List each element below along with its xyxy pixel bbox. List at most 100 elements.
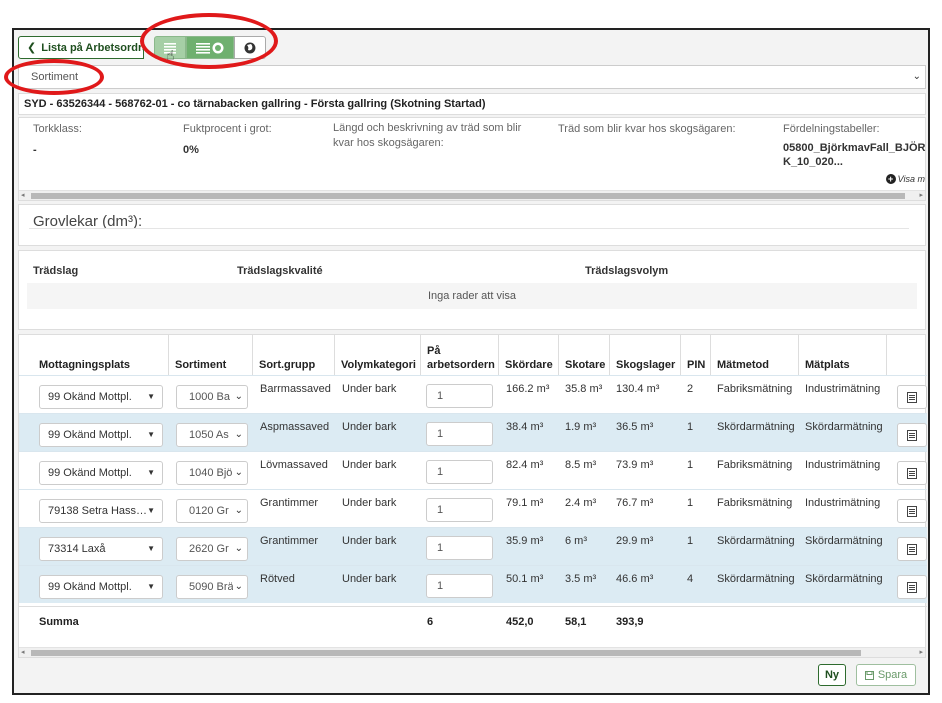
chevron-down-icon: ⌄: [912, 71, 921, 82]
grovlekar-panel: Grovlekar (dm³):: [18, 204, 926, 246]
row-details-button[interactable]: [897, 575, 927, 599]
matplats-cell: Skördarmätning: [805, 573, 883, 585]
scrollbar-thumb[interactable]: [31, 650, 861, 656]
skordare-cell: 82.4 m³: [506, 459, 544, 471]
header-pin[interactable]: PIN: [681, 335, 711, 375]
antal-input[interactable]: 1: [426, 536, 493, 560]
sortiment-select[interactable]: 5090 Brä ⌄: [176, 575, 248, 599]
document-icon: [907, 391, 917, 403]
skordare-cell: 166.2 m³: [506, 383, 550, 395]
input-value: 1: [437, 390, 444, 402]
table-row: 73314 Laxå ▼ 2620 Gr ⌄ Grantimmer Under ba…: [19, 527, 927, 565]
sortgrupp-cell: Barrmassaved: [260, 383, 331, 395]
document-icon: [907, 467, 917, 479]
row-details-button[interactable]: [897, 461, 927, 485]
chevron-down-icon: ⌄: [232, 467, 243, 478]
antal-input[interactable]: 1: [426, 384, 493, 408]
tradslagsvolym-header: Trädslagsvolym: [585, 265, 669, 277]
input-value: 1: [437, 504, 444, 516]
sortiment-select[interactable]: Sortiment ⌄: [18, 65, 926, 89]
info-horizontal-scrollbar[interactable]: ◂ ▸: [19, 190, 925, 200]
skotare-cell: 1.9 m³: [565, 421, 597, 433]
skotare-cell: 2.4 m³: [565, 497, 597, 509]
fordelning-value: 05800_BjörkmavFall_BJÖRK_10_020...: [783, 142, 926, 168]
fordelning-field: Fördelningstabeller: 05800_BjörkmavFall_…: [783, 123, 927, 169]
sortgrupp-cell: Grantimmer: [260, 535, 319, 547]
header-matmetod[interactable]: Mätmetod: [711, 335, 799, 375]
map-view-button[interactable]: [234, 36, 266, 59]
skogslager-cell: 36.5 m³: [616, 421, 654, 433]
save-button[interactable]: Spara: [856, 664, 916, 686]
antal-input[interactable]: 1: [426, 422, 493, 446]
visa-more-label: Visa m: [897, 174, 925, 184]
row-details-button[interactable]: [897, 499, 927, 523]
chevron-down-icon: ⌄: [232, 581, 243, 592]
mottagningsplats-dropdown[interactable]: 99 Okänd Mottpl. ▼: [39, 575, 163, 599]
header-sortgrupp[interactable]: Sort.grupp: [253, 335, 335, 375]
table-row: 99 Okänd Mottpl. ▼ 5090 Brä ⌄ Rötved Under…: [19, 565, 927, 603]
mottagningsplats-dropdown[interactable]: 99 Okänd Mottpl. ▼: [39, 385, 163, 409]
dropdown-value: 73314 Laxå: [48, 543, 106, 555]
scrollbar-thumb[interactable]: [31, 193, 905, 199]
mottagningsplats-dropdown[interactable]: 99 Okänd Mottpl. ▼: [39, 461, 163, 485]
save-icon: [864, 670, 874, 680]
sortiment-select[interactable]: 1050 As ⌄: [176, 423, 248, 447]
skogslager-cell: 73.9 m³: [616, 459, 654, 471]
back-to-list-button[interactable]: ❮ Lista på Arbetsordrar: [18, 36, 144, 59]
caret-down-icon: ▼: [147, 392, 155, 401]
matmetod-cell: Fabriksmätning: [717, 497, 793, 509]
header-skordare[interactable]: Skördare: [499, 335, 559, 375]
antal-input[interactable]: 1: [426, 460, 493, 484]
pin-cell: 1: [687, 459, 694, 471]
dropdown-value: 99 Okänd Mottpl.: [48, 581, 132, 593]
antal-input[interactable]: 1: [426, 574, 493, 598]
skordare-cell: 79.1 m³: [506, 497, 544, 509]
summa-label: Summa: [39, 616, 79, 628]
header-skotare[interactable]: Skotare: [559, 335, 610, 375]
caret-down-icon: ▼: [147, 506, 155, 515]
sortiment-select[interactable]: 0120 Gr ⌄: [176, 499, 248, 523]
scroll-left-icon: ◂: [21, 192, 25, 199]
row-details-button[interactable]: [897, 423, 927, 447]
summa-skordare: 452,0: [506, 616, 534, 628]
scroll-right-icon: ▸: [919, 192, 923, 199]
sortgrupp-cell: Rötved: [260, 573, 295, 585]
row-details-button[interactable]: [897, 385, 927, 409]
scroll-right-icon: ▸: [919, 649, 923, 656]
sortiment-select[interactable]: 2620 Gr ⌄: [176, 537, 248, 561]
dropdown-value: 99 Okänd Mottpl.: [48, 467, 132, 479]
header-skogslager[interactable]: Skogslager: [610, 335, 681, 375]
sortiment-select[interactable]: 1000 Ba ⌄: [176, 385, 248, 409]
header-pa-arbetsordern[interactable]: På arbetsordern: [421, 335, 499, 375]
matplats-cell: Skördarmätning: [805, 535, 883, 547]
dropdown-value: 79138 Setra Hass…: [48, 505, 148, 517]
visa-more-link[interactable]: + Visa m: [885, 174, 925, 184]
skogslager-cell: 46.6 m³: [616, 573, 654, 585]
chevron-down-icon: ⌄: [232, 543, 243, 554]
row-details-button[interactable]: [897, 537, 927, 561]
langd-field: Längd och beskrivning av träd som blir k…: [333, 121, 538, 151]
trad-label: Träd som blir kvar hos skogsägaren:: [558, 123, 736, 135]
header-sortiment[interactable]: Sortiment: [169, 335, 253, 375]
select-value: 2620 Gr: [189, 543, 229, 555]
matplats-cell: Skördarmätning: [805, 421, 883, 433]
torkklass-label: Torkklass:: [33, 123, 82, 135]
table-horizontal-scrollbar[interactable]: ◂ ▸: [19, 647, 925, 657]
caret-down-icon: ▼: [147, 582, 155, 591]
header-volymkategori[interactable]: Volymkategori: [335, 335, 421, 375]
sortiment-select[interactable]: 1040 Bjö ⌄: [176, 461, 248, 485]
matmetod-cell: Fabriksmätning: [717, 459, 793, 471]
new-button[interactable]: Ny: [818, 664, 846, 686]
mottagningsplats-dropdown[interactable]: 79138 Setra Hass… ▼: [39, 499, 163, 523]
mottagningsplats-dropdown[interactable]: 73314 Laxå ▼: [39, 537, 163, 561]
back-to-list-label: Lista på Arbetsordrar: [41, 41, 144, 54]
select-value: 1050 As: [189, 429, 229, 441]
select-value: 5090 Brä: [189, 581, 234, 593]
mottagningsplats-dropdown[interactable]: 99 Okänd Mottpl. ▼: [39, 423, 163, 447]
header-mottagningsplats[interactable]: Mottagningsplats: [33, 335, 169, 375]
torkklass-field: Torkklass: -: [33, 123, 82, 156]
header-matplats[interactable]: Mätplats: [799, 335, 887, 375]
list-map-view-button[interactable]: [186, 36, 234, 59]
table-row: 99 Okänd Mottpl. ▼ 1040 Bjö ⌄ Lövmassaved …: [19, 451, 927, 489]
antal-input[interactable]: 1: [426, 498, 493, 522]
